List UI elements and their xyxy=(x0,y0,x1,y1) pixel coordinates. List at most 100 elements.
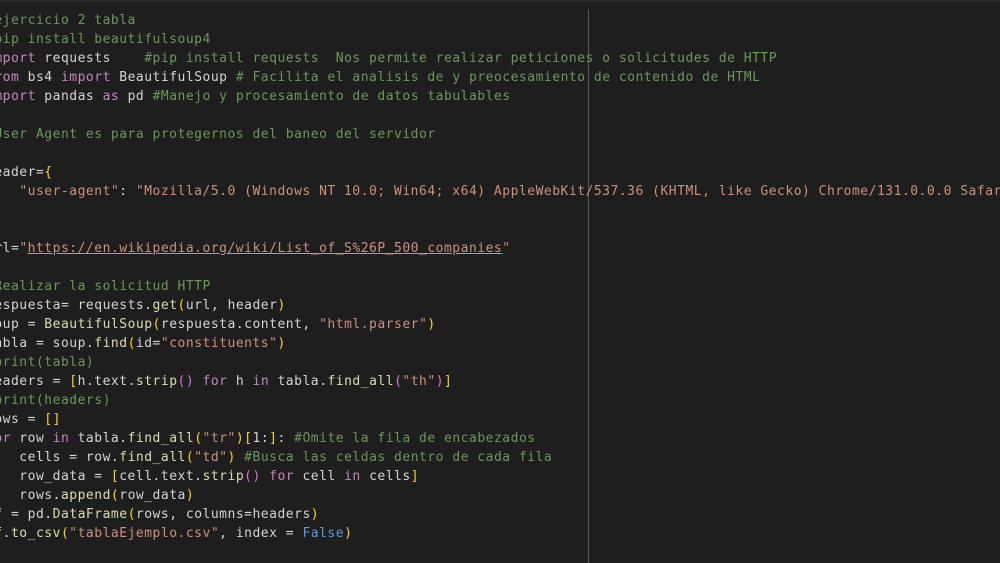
code-token: #User Agent es para protegernos del bane… xyxy=(0,127,436,142)
code-token: #ejercicio 2 tabla xyxy=(0,13,136,28)
code-token: = soup. xyxy=(35,336,95,351)
code-token: for xyxy=(269,469,295,484)
code-line[interactable]: } xyxy=(0,201,1000,220)
code-line[interactable]: url="https://en.wikipedia.org/wiki/List_… xyxy=(0,239,1000,258)
code-token: find_all xyxy=(127,431,195,446)
code-token: #pip install requests Nos permite realiz… xyxy=(144,51,778,66)
code-token: strip xyxy=(202,469,245,484)
code-token: h.text. xyxy=(77,374,136,389)
code-token: ( xyxy=(177,298,186,313)
code-token: find_all xyxy=(119,450,186,465)
code-line[interactable]: tabla = soup.find(id="constituents") xyxy=(0,334,1000,353)
code-token: #pip install beautifulsoup4 xyxy=(0,32,211,47)
code-line[interactable]: from bs4 import BeautifulSoup # Facilita… xyxy=(0,68,1000,87)
code-token: #Busca las celdas dentro de cada fila xyxy=(244,450,553,465)
code-token: from xyxy=(0,70,20,85)
code-token: headers xyxy=(0,374,45,389)
code-token: get xyxy=(152,298,178,313)
code-line[interactable]: header={ xyxy=(0,163,1000,182)
code-line[interactable]: row_data = [cell.text.strip() for cell i… xyxy=(0,467,1000,486)
code-token: df xyxy=(0,507,11,522)
code-editor[interactable]: #ejercicio 2 tabla #pip install beautiful… xyxy=(0,0,1000,563)
code-line[interactable]: #print(tabla) xyxy=(0,353,1000,372)
code-token: #print(tabla) xyxy=(0,355,95,370)
code-line[interactable] xyxy=(0,258,1000,277)
code-token: find xyxy=(94,336,128,351)
code-token: ) xyxy=(435,374,445,389)
code-line[interactable]: #print(headers) xyxy=(0,391,1000,410)
code-token: as xyxy=(102,89,120,104)
code-token: = xyxy=(52,374,70,389)
code-token: : xyxy=(119,184,136,199)
code-token: #Realizar la solicitud HTTP xyxy=(0,279,211,294)
code-token: import xyxy=(0,89,36,104)
code-token: "Mozilla/5.0 (Windows NT 10.0; Win64; x6… xyxy=(135,184,1000,199)
code-token: row_data xyxy=(19,469,86,484)
code-line[interactable]: import pandas as pd #Manejo y procesamie… xyxy=(0,87,1000,106)
code-token: rows. xyxy=(19,488,61,503)
code-token: "tr" xyxy=(202,431,236,446)
code-token: " xyxy=(502,241,511,256)
code-token: df. xyxy=(0,526,11,541)
code-line[interactable]: for row in tabla.find_all("tr")[1:]: #Om… xyxy=(0,429,1000,448)
code-line[interactable]: "user-agent": "Mozilla/5.0 (Windows NT 1… xyxy=(0,182,1000,201)
code-line[interactable]: df = pd.DataFrame(rows, columns=headers) xyxy=(0,505,1000,524)
code-token: = pd. xyxy=(10,507,53,522)
code-line[interactable]: df.to_csv("tablaEjemplo.csv", index = Fa… xyxy=(0,524,1000,543)
code-area[interactable]: #ejercicio 2 tabla #pip install beautiful… xyxy=(0,11,1000,543)
code-line[interactable]: rows.append(row_data) xyxy=(0,486,1000,505)
code-token: soup xyxy=(0,317,20,332)
code-token: cell.text. xyxy=(119,469,203,484)
code-token: ( xyxy=(110,488,120,503)
code-token: requests xyxy=(35,51,145,66)
code-line[interactable] xyxy=(0,220,1000,239)
code-line[interactable]: #pip install beautifulsoup4 xyxy=(0,30,1000,49)
code-token: tabla xyxy=(0,336,28,351)
code-token: find_all xyxy=(327,374,395,389)
code-token: "tablaEjemplo.csv" xyxy=(69,526,220,541)
code-token: in xyxy=(344,469,361,484)
code-line[interactable] xyxy=(0,106,1000,125)
code-token: = requests. xyxy=(60,298,153,313)
code-token: respuesta.content, xyxy=(160,317,320,332)
code-token: ) xyxy=(185,488,195,503)
code-token: ) xyxy=(227,450,236,465)
code-line[interactable]: headers = [h.text.strip() for h in tabla… xyxy=(0,372,1000,391)
code-token: = xyxy=(27,317,45,332)
code-token: id= xyxy=(135,336,161,351)
code-line[interactable]: #User Agent es para protegernos del bane… xyxy=(0,125,1000,144)
code-line[interactable]: #ejercicio 2 tabla xyxy=(0,11,1000,30)
code-token: pandas xyxy=(35,89,103,104)
code-line[interactable] xyxy=(0,144,1000,163)
code-token: import xyxy=(0,51,36,66)
code-line[interactable]: soup = BeautifulSoup(respuesta.content, … xyxy=(0,315,1000,334)
code-line[interactable]: respuesta= requests.get(url, header) xyxy=(0,296,1000,315)
code-token: to_csv xyxy=(10,526,61,541)
code-token: [] xyxy=(44,412,61,427)
code-token: ( xyxy=(127,336,136,351)
code-token: tabla. xyxy=(269,374,328,389)
code-token: ) xyxy=(310,507,320,522)
code-token: = xyxy=(94,469,111,484)
code-token: pd xyxy=(119,89,153,104)
code-token: DataFrame xyxy=(52,507,128,522)
code-token: rows, columns=headers xyxy=(135,507,311,522)
code-token: url xyxy=(0,241,11,256)
code-line[interactable]: rows = [] xyxy=(0,410,1000,429)
code-token: header xyxy=(0,165,36,180)
code-line[interactable]: cells = row.find_all("td") #Busca las ce… xyxy=(0,448,1000,467)
code-token: cells xyxy=(19,450,61,465)
code-token: = xyxy=(27,412,45,427)
code-token: import xyxy=(60,70,111,85)
code-token: ) xyxy=(235,431,245,446)
code-token: [ xyxy=(244,431,253,446)
code-token: BeautifulSoup xyxy=(110,70,236,85)
code-token: "constituents" xyxy=(160,336,278,351)
code-token: # Facilita el analisis de y preocesamien… xyxy=(235,70,761,85)
code-line[interactable]: #Realizar la solicitud HTTP xyxy=(0,277,1000,296)
code-token: ) xyxy=(277,336,286,351)
code-line[interactable]: import requests #pip install requests No… xyxy=(0,49,1000,68)
code-token: append xyxy=(60,488,111,503)
